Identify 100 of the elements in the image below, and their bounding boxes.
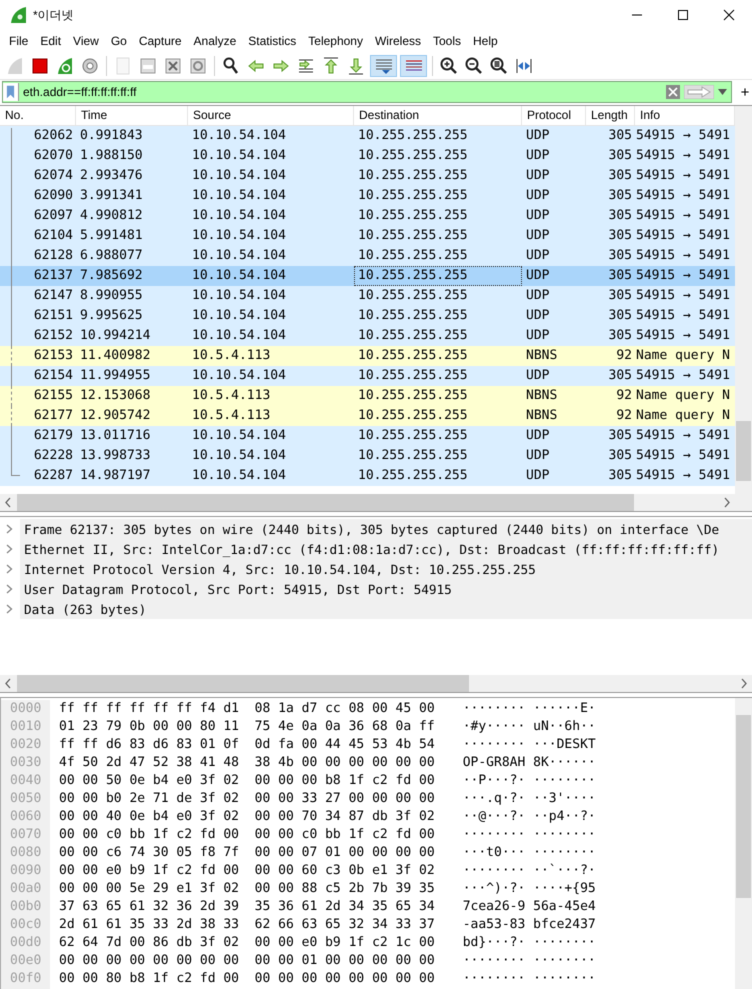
table-cell-text: 10.255.255.255 [357, 407, 469, 425]
expand-chevron-icon[interactable] [6, 564, 13, 574]
table-cell-text: 62152 [32, 327, 74, 345]
table-cell-text: 92 [615, 347, 633, 365]
table-cell-text: UDP [525, 147, 550, 165]
table-cell-text: 62062 [32, 127, 74, 145]
packet-row[interactable]: 62128 6.988077 10.10.54.104 10.255.255.255 UDP 305 54915 → 5491 [0, 246, 735, 266]
packet-row[interactable]: 62147 8.990955 10.10.54.104 10.255.255.255 UDP 305 54915 → 5491 [0, 286, 735, 306]
hex-bytes: 00 00 50 0e b4 e0 3f 02 00 00 00 b8 1f c2 fd 00 [59, 772, 435, 790]
table-cell-text: UDP [525, 367, 550, 385]
autoscroll-icon[interactable] [370, 54, 397, 76]
close-icon[interactable] [723, 9, 735, 21]
column-header[interactable]: Time [76, 106, 188, 125]
ascii-bytes: ··@···?· ··p4··?· [462, 808, 596, 826]
menu-item[interactable]: View [67, 34, 105, 48]
packet-row[interactable]: 62179 13.011716 10.10.54.104 10.255.255.255 UDP 305 54915 → 5491 [0, 426, 735, 446]
packet-row[interactable]: 62155 12.153068 10.5.4.113 10.255.255.255 NBNS 92 Name query N [0, 386, 735, 406]
vertical-scrollbar[interactable] [735, 698, 752, 989]
packet-row[interactable]: 62177 12.905742 10.5.4.113 10.255.255.255 NBNS 92 Name query N [0, 406, 735, 426]
menu-item[interactable]: Telephony [302, 34, 369, 48]
table-cell-text: 10.255.255.255 [357, 147, 469, 165]
table-cell-text: 305 [608, 147, 633, 165]
menu-item[interactable]: Analyze [188, 34, 242, 48]
dropdown-caret-icon[interactable] [718, 89, 727, 95]
table-cell-text: 10.10.54.104 [191, 447, 287, 465]
expand-chevron-icon[interactable] [6, 524, 13, 534]
table-cell-text: 3.991341 [79, 187, 144, 205]
table-cell-text: 305 [608, 467, 633, 485]
table-cell-text: 6.988077 [79, 247, 144, 265]
table-cell-text: 54915 → 5491 [635, 127, 731, 145]
table-cell-text: 10.10.54.104 [191, 207, 287, 225]
add-filter-button[interactable]: + [738, 84, 752, 100]
packet-row[interactable]: 62228 13.998733 10.10.54.104 10.255.255.255 UDP 305 54915 → 5491 [0, 446, 735, 466]
packet-row[interactable]: 62151 9.995625 10.10.54.104 10.255.255.255 UDP 305 54915 → 5491 [0, 306, 735, 326]
packet-row[interactable]: 62137 7.985692 10.10.54.104 10.255.255.255 UDP 305 54915 → 5491 [0, 266, 735, 286]
column-header[interactable]: No. [0, 106, 76, 125]
column-header[interactable]: Length [586, 106, 635, 125]
filter-text: eth.addr==ff:ff:ff:ff:ff:ff [23, 85, 138, 99]
menu-item[interactable]: File [3, 34, 34, 48]
menu-item[interactable]: Edit [34, 34, 68, 48]
packet-row[interactable]: 62070 1.988150 10.10.54.104 10.255.255.255 UDP 305 54915 → 5491 [0, 146, 735, 166]
packet-row[interactable]: 62062 0.991843 10.10.54.104 10.255.255.255 UDP 305 54915 → 5491 [0, 126, 735, 146]
column-header[interactable]: Destination [354, 106, 522, 125]
column-header[interactable]: Source [188, 106, 354, 125]
table-cell-text: Name query N [635, 347, 731, 365]
menu-item[interactable]: Tools [427, 34, 468, 48]
menu-item[interactable]: Wireless [368, 34, 427, 48]
clear-icon[interactable] [666, 85, 680, 99]
expand-chevron-icon[interactable] [6, 604, 13, 614]
table-cell-text: 8.990955 [79, 287, 144, 305]
expand-chevron-icon[interactable] [6, 544, 13, 554]
table-cell-text: 62147 [32, 287, 74, 305]
byte-offset: 00f0 [10, 970, 42, 988]
hex-bytes: ff ff d6 83 d6 83 01 0f 0d fa 00 44 45 53 4b 54 [59, 736, 435, 754]
menu-item[interactable]: Statistics [242, 34, 302, 48]
display-filter-field[interactable]: eth.addr==ff:ff:ff:ff:ff:ff [2, 81, 732, 103]
table-cell-text: 10.10.54.104 [191, 307, 287, 325]
table-cell-text: UDP [525, 167, 550, 185]
column-header[interactable]: Protocol [522, 106, 586, 125]
menu-item[interactable]: Capture [132, 34, 188, 48]
table-cell-text: 10.5.4.113 [191, 407, 272, 425]
packet-row[interactable]: 62074 2.993476 10.10.54.104 10.255.255.255 UDP 305 54915 → 5491 [0, 166, 735, 186]
table-cell-text: 54915 → 5491 [635, 167, 731, 185]
byte-offset: 00e0 [10, 952, 42, 970]
vertical-scrollbar[interactable] [735, 106, 752, 511]
packet-row[interactable]: 62153 11.400982 10.5.4.113 10.255.255.255 NBNS 92 Name query N [0, 346, 735, 366]
byte-offset: 0070 [10, 826, 42, 844]
menu-item[interactable]: Help [467, 34, 504, 48]
hex-bytes: 00 00 e0 b9 1f c2 fd 00 00 00 60 c3 0b e1 3f 02 [59, 862, 435, 880]
packet-row[interactable]: 62287 14.987197 10.10.54.104 10.255.255.255 UDP 305 54915 → 5491 [0, 466, 735, 486]
expand-chevron-icon[interactable] [6, 584, 13, 594]
table-cell-text: 305 [608, 187, 633, 205]
ascii-bytes: ········ ········ [462, 970, 596, 988]
byte-offset: 0050 [10, 790, 42, 808]
ascii-bytes: 7cea26-9 56a-45e4 [462, 898, 596, 916]
horizontal-scrollbar[interactable] [0, 494, 735, 511]
packet-row[interactable]: 62097 4.990812 10.10.54.104 10.255.255.255 UDP 305 54915 → 5491 [0, 206, 735, 226]
table-cell-text: 305 [608, 307, 633, 325]
table-cell-text: 54915 → 5491 [635, 427, 731, 445]
table-cell-text: NBNS [525, 407, 558, 425]
table-cell-text: 10.10.54.104 [191, 467, 287, 485]
horizontal-scrollbar[interactable] [0, 675, 752, 692]
table-cell-text: 54915 → 5491 [635, 247, 731, 265]
maximize-icon[interactable] [677, 9, 689, 21]
colorize-lines-icon[interactable] [400, 54, 427, 76]
hex-bytes: 00 00 80 b8 1f c2 fd 00 00 00 00 00 00 00 00 00 [59, 970, 435, 988]
hex-bytes: 00 00 c0 bb 1f c2 fd 00 00 00 c0 bb 1f c2 fd 00 [59, 826, 435, 844]
table-cell-text: 62097 [32, 207, 74, 225]
table-cell-text: 92 [615, 407, 633, 425]
table-cell-text: 10.255.255.255 [357, 387, 469, 405]
packet-row[interactable]: 62154 11.994955 10.10.54.104 10.255.255.255 UDP 305 54915 → 5491 [0, 366, 735, 386]
menu-item[interactable]: Go [104, 34, 133, 48]
table-cell-text: 10.255.255.255 [357, 327, 469, 345]
table-cell-text: 10.10.54.104 [191, 127, 287, 145]
packet-row[interactable]: 62090 3.991341 10.10.54.104 10.255.255.255 UDP 305 54915 → 5491 [0, 186, 735, 206]
packet-row[interactable]: 62104 5.991481 10.10.54.104 10.255.255.255 UDP 305 54915 → 5491 [0, 226, 735, 246]
table-cell-text: 14.987197 [79, 467, 152, 485]
table-cell-text: 10.10.54.104 [191, 287, 287, 305]
bookmark-icon[interactable] [3, 83, 19, 101]
packet-row[interactable]: 62152 10.994214 10.10.54.104 10.255.255.255 UDP 305 54915 → 5491 [0, 326, 735, 346]
